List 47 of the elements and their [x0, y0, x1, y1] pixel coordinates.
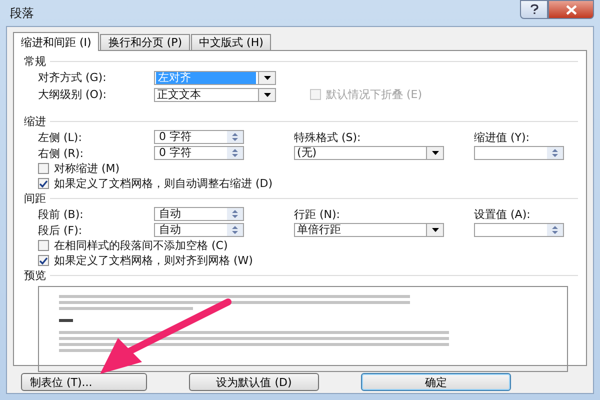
checkbox-label: 如果定义了文档网格，则自动调整右缩进 (D)	[54, 176, 273, 191]
tab[interactable]: 换行和分页 (P)	[100, 34, 190, 50]
help-icon	[530, 4, 538, 15]
tab[interactable]: 中文版式 (H)	[191, 34, 272, 50]
checkbox-label: 默认情况下折叠 (E)	[326, 87, 422, 102]
outline-level-dropdown[interactable]: 正文文本	[154, 88, 276, 102]
field-label: 段前 (B):	[38, 206, 84, 222]
checkbox[interactable]	[38, 240, 49, 251]
help-button[interactable]	[520, 0, 548, 19]
checkbox-label: 如果定义了文档网格，则对齐到网格 (W)	[54, 253, 253, 268]
close-button[interactable]	[548, 0, 594, 19]
checkbox[interactable]	[38, 178, 49, 189]
caret-icon	[432, 151, 438, 155]
spacing-at-spinbox[interactable]	[474, 223, 564, 237]
checkbox[interactable]	[38, 255, 49, 266]
right-indent-spinbox[interactable]: 0 字符	[154, 146, 244, 160]
section-heading: 常规	[24, 54, 46, 69]
field-label: 特殊格式 (S):	[294, 130, 362, 144]
section-heading: 间距	[24, 191, 46, 206]
checkbox[interactable]	[38, 163, 49, 174]
space-after-spinbox[interactable]: 自动	[154, 223, 244, 237]
field-label: 左侧 (L):	[38, 130, 83, 144]
close-icon	[566, 4, 576, 14]
window-title: 段落	[9, 4, 34, 22]
field-label: 行距 (N):	[294, 206, 342, 222]
field-label: 段后 (F):	[38, 222, 84, 238]
section-heading: 缩进	[24, 114, 46, 129]
caret-icon	[432, 228, 438, 232]
tab[interactable]: 缩进和间距 (I)	[13, 32, 100, 51]
checkbox-label: 在相同样式的段落间不添加空格 (C)	[54, 238, 228, 253]
indent-by-spinbox[interactable]	[474, 146, 564, 160]
caret-icon	[264, 76, 270, 80]
special-indent-dropdown[interactable]: (无)	[294, 146, 444, 160]
checkbox-label: 对称缩进 (M)	[54, 161, 120, 176]
dialog-button[interactable]: 确定	[361, 373, 511, 391]
field-label: 设置值 (A):	[474, 206, 532, 222]
space-before-spinbox[interactable]: 自动	[154, 207, 244, 221]
caret-icon	[264, 92, 270, 96]
field-label: 缩进值 (Y):	[474, 130, 531, 144]
line-spacing-dropdown[interactable]: 单倍行距	[294, 223, 444, 237]
left-indent-spinbox[interactable]: 0 字符	[154, 130, 244, 144]
section-heading: 预览	[24, 268, 46, 283]
dialog-button[interactable]: 制表位 (T)...	[21, 373, 147, 391]
field-label: 右侧 (R):	[38, 146, 84, 160]
field-label: 大纲级别 (O):	[38, 87, 108, 102]
field-label: 对齐方式 (G):	[38, 70, 108, 85]
dialog-button[interactable]: 设为默认值 (D)	[189, 373, 319, 391]
